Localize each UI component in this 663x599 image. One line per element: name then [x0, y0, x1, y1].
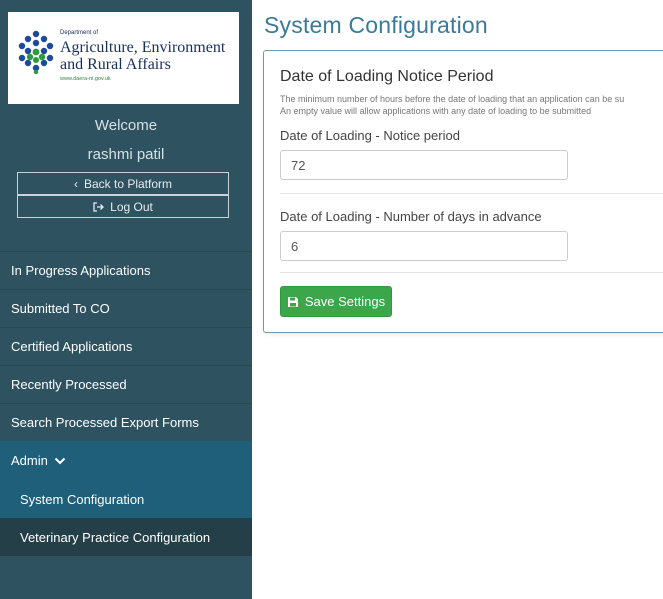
logo-url-text: www.daera-ni.gov.uk [60, 76, 111, 82]
settings-card: Date of Loading Notice Period The minimu… [263, 50, 663, 333]
sidebar-item-search-processed[interactable]: Search Processed Export Forms [0, 403, 252, 441]
admin-label: Admin [11, 453, 48, 468]
sidebar: Department of Agriculture, Environment a… [0, 0, 252, 599]
welcome-text: Welcome [94, 117, 158, 134]
sidebar-item-admin[interactable]: Admin [0, 441, 252, 480]
username-text: rashmi patil [87, 146, 165, 163]
card-description-line2: An empty value will allow applications w… [280, 106, 592, 116]
back-to-platform-button[interactable]: ‹ Back to Platform [17, 172, 229, 195]
card-title: Date of Loading Notice Period [280, 68, 494, 85]
save-settings-label: Save Settings [304, 294, 386, 309]
save-settings-button[interactable]: Save Settings [280, 286, 392, 317]
sidebar-item-veterinary-practice-configuration[interactable]: Veterinary Practice Configuration [0, 518, 252, 556]
logo-line1-text: Agriculture, Environment [60, 39, 226, 56]
save-icon [287, 296, 298, 307]
days-in-advance-value: 6 [291, 238, 299, 254]
back-to-platform-label: Back to Platform [83, 176, 173, 191]
sidebar-item-in-progress[interactable]: In Progress Applications [0, 251, 252, 289]
log-out-label: Log Out [110, 199, 153, 214]
days-in-advance-label: Date of Loading - Number of days in adva… [280, 209, 542, 224]
sidebar-item-submitted-to-co[interactable]: Submitted To CO [0, 289, 252, 327]
page-title: System Configuration [264, 12, 488, 38]
sidebar-nav: In Progress Applications Submitted To CO… [0, 251, 252, 556]
divider [280, 272, 663, 273]
notice-period-label: Date of Loading - Notice period [280, 128, 460, 143]
chevron-down-icon [54, 457, 66, 464]
days-in-advance-input[interactable]: 6 [280, 231, 568, 261]
notice-period-input[interactable]: 72 [280, 150, 568, 180]
notice-period-value: 72 [291, 157, 306, 173]
daera-logo: Department of Agriculture, Environment a… [8, 12, 239, 104]
log-out-button[interactable]: Log Out [17, 195, 229, 218]
daera-emblem-icon [18, 30, 54, 74]
sidebar-item-system-configuration[interactable]: System Configuration [0, 480, 252, 518]
logo-line2-text: and Rural Affairs [60, 56, 171, 73]
sign-out-icon [93, 201, 105, 212]
chevron-left-icon: ‹ [73, 176, 78, 191]
divider [280, 193, 663, 194]
logo-dept-text: Department of [60, 30, 99, 36]
sidebar-item-recently-processed[interactable]: Recently Processed [0, 365, 252, 403]
card-description-line1: The minimum number of hours before the d… [280, 94, 625, 104]
sidebar-item-certified[interactable]: Certified Applications [0, 327, 252, 365]
